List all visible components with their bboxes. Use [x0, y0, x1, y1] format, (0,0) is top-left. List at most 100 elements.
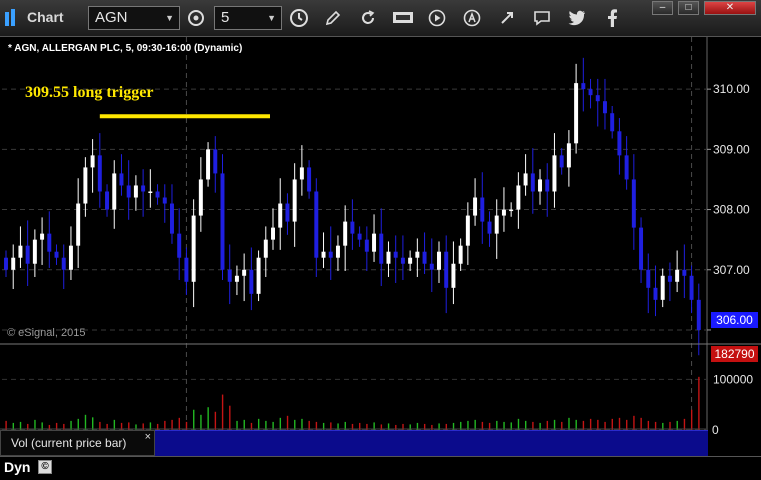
candle-body — [660, 275, 665, 300]
candle-body — [458, 245, 463, 264]
last-volume-badge: 182790 — [711, 346, 758, 362]
volume-study-label[interactable]: Vol (current price bar) × — [0, 430, 155, 456]
copyright-icon[interactable]: © — [38, 460, 52, 474]
chevron-down-icon[interactable]: ▼ — [165, 7, 174, 29]
comment-button[interactable] — [530, 6, 554, 30]
volume-bar — [626, 419, 628, 430]
draw-button[interactable] — [321, 6, 345, 30]
interval-settings-button[interactable] — [184, 6, 208, 30]
volume-bar — [611, 418, 613, 430]
candle-body — [372, 233, 377, 252]
volume-bar — [517, 418, 520, 430]
candle-body — [386, 251, 391, 264]
maximize-button[interactable]: □ — [678, 1, 699, 15]
close-button[interactable]: ✕ — [704, 1, 756, 15]
candle-body — [155, 191, 160, 198]
candle-body — [465, 215, 470, 246]
candle-body — [530, 173, 535, 192]
volume-bar — [171, 419, 173, 430]
candle-body — [177, 233, 182, 258]
facebook-icon — [608, 9, 617, 27]
volume-bar — [207, 407, 209, 430]
candle-body — [271, 227, 275, 240]
comment-icon — [534, 11, 550, 26]
candle-body — [198, 179, 203, 216]
candle-body — [328, 251, 333, 258]
candle-body — [249, 269, 254, 294]
candle-body — [494, 215, 499, 234]
candle-body — [631, 179, 636, 228]
candle-body — [574, 83, 579, 144]
volume-bar — [286, 415, 289, 430]
volume-bar — [229, 405, 231, 430]
twitter-button[interactable] — [565, 6, 589, 30]
candle-body — [61, 257, 66, 270]
candle-body — [538, 179, 543, 192]
interval-input[interactable]: 5 ▼ — [214, 6, 282, 30]
candle-body — [321, 251, 326, 258]
candle-body — [559, 155, 564, 168]
candle-body — [487, 221, 492, 234]
candle-body — [379, 233, 384, 264]
candle-body — [32, 239, 37, 264]
candle-body — [696, 299, 701, 330]
play-button[interactable] — [425, 6, 449, 30]
candle-body — [639, 227, 644, 270]
candle-body — [437, 251, 441, 270]
alert-button[interactable] — [460, 6, 484, 30]
candle-body — [90, 155, 95, 168]
trigger-annotation-label: 309.55 long trigger — [25, 84, 154, 101]
link-button[interactable] — [495, 6, 519, 30]
candle-body — [667, 275, 672, 282]
candle-body — [675, 269, 680, 282]
candle-body — [357, 233, 362, 240]
candle-body — [595, 95, 600, 102]
minimize-button[interactable]: – — [652, 1, 673, 15]
candle-body — [141, 185, 146, 192]
candle-body — [451, 263, 456, 288]
candle-body — [83, 167, 88, 204]
candle-body — [653, 287, 658, 300]
twitter-icon — [568, 10, 585, 26]
facebook-button[interactable] — [600, 6, 624, 30]
time-scroll-strip[interactable] — [155, 430, 708, 456]
candle-body — [76, 203, 81, 246]
last-price-badge: 306.00 — [711, 312, 758, 328]
candle-body — [11, 257, 16, 270]
pencil-icon — [325, 10, 341, 26]
candle-body — [624, 155, 629, 180]
price-tick-label: 307.00 — [713, 263, 750, 277]
volume-bar — [698, 376, 700, 430]
volume-bar — [474, 419, 476, 430]
volume-bar — [113, 419, 116, 430]
candle-body — [126, 185, 131, 198]
candle-body — [516, 185, 521, 210]
clock-button[interactable] — [287, 6, 311, 30]
candle-body — [18, 245, 23, 258]
candle-body — [523, 173, 528, 186]
chevron-down-icon[interactable]: ▼ — [267, 7, 276, 29]
volume-bar — [200, 414, 202, 430]
candle-body — [206, 149, 211, 180]
volume-bar — [84, 414, 87, 430]
interval-value: 5 — [221, 9, 230, 26]
candle-body — [278, 203, 283, 228]
candle-body — [213, 149, 218, 174]
candle-body — [292, 179, 297, 222]
candle-body — [602, 101, 607, 114]
close-icon[interactable]: × — [145, 431, 151, 443]
refresh-button[interactable] — [356, 6, 380, 30]
symbol-input[interactable]: AGN ▼ — [88, 6, 180, 30]
candle-body — [119, 173, 124, 186]
candle-body — [473, 197, 478, 216]
get-button[interactable] — [391, 6, 415, 30]
dynamic-mode-label[interactable]: Dyn — [4, 459, 30, 475]
candle-body — [148, 191, 153, 193]
volume-bar — [640, 417, 642, 430]
price-tick-label: 310.00 — [713, 82, 750, 96]
candle-body — [393, 251, 398, 258]
candle-body — [285, 203, 290, 222]
candle-body — [581, 83, 586, 90]
candle-body — [307, 167, 312, 192]
candle-body — [68, 245, 73, 270]
